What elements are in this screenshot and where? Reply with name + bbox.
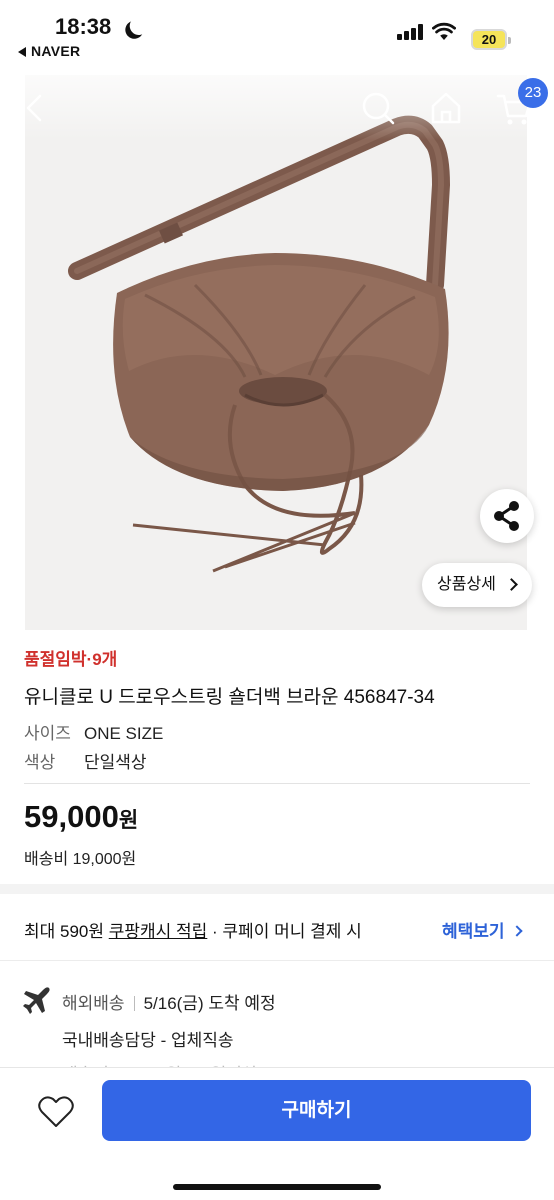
product-title: 유니클로 U 드로우스트링 숄더백 브라운 456847-34 (24, 687, 435, 708)
battery-level: 20 (481, 32, 497, 47)
delivery-info: 해외배송 5/16(금) 도착 예정 (62, 989, 276, 1014)
back-app-label: NAVER (31, 43, 81, 59)
home-indicator (173, 1184, 381, 1190)
cart-count-badge: 23 (518, 78, 548, 108)
share-button[interactable] (480, 489, 534, 543)
cellular-signal-icon (397, 24, 423, 40)
share-icon (494, 501, 519, 531)
chevron-right-icon (510, 925, 523, 937)
size-label: 사이즈 (24, 724, 71, 743)
buy-button[interactable]: 구매하기 (102, 1080, 531, 1141)
price-amount: 59,000 (24, 799, 119, 834)
stock-warning: 품절임박·9개 (24, 650, 118, 669)
benefit-text: 최대 590원 쿠팡캐시 적립 · 쿠페이 머니 결제 시 (24, 917, 362, 942)
heart-icon[interactable] (36, 1092, 76, 1132)
divider (0, 960, 554, 961)
product-detail-button[interactable]: 상품상세 (422, 563, 532, 607)
size-option-row: 사이즈 ONE SIZE (24, 719, 163, 744)
back-to-app-link[interactable]: NAVER (18, 43, 80, 59)
back-triangle-icon (18, 47, 26, 57)
color-value: 단일색상 (84, 753, 147, 772)
back-arrow-icon[interactable] (18, 88, 58, 128)
bag-photo (25, 75, 527, 630)
size-value: ONE SIZE (84, 724, 164, 743)
color-label: 색상 (24, 753, 56, 772)
status-bar: 18:38 NAVER 20 (0, 0, 554, 70)
airplane-icon (23, 987, 50, 1014)
product-image[interactable] (25, 75, 527, 630)
product-detail-label: 상품상세 (437, 576, 496, 593)
arrival-date: 5/16(금) 도착 예정 (143, 994, 276, 1013)
domestic-delivery: 국내배송담당 - 업체직송 (62, 1031, 234, 1050)
coupang-cash-link[interactable]: 쿠팡캐시 적립 (109, 922, 208, 941)
price: 59,000원 (24, 799, 138, 835)
moon-icon (128, 16, 149, 37)
price-unit: 원 (118, 809, 139, 832)
search-icon[interactable] (358, 88, 398, 128)
divider (24, 783, 530, 784)
bottom-action-bar: 구매하기 (0, 1067, 554, 1200)
chevron-right-icon (505, 578, 518, 591)
wifi-icon (432, 22, 456, 40)
benefit-suffix: · 쿠페이 머니 결제 시 (207, 922, 362, 941)
battery-icon: 20 (471, 29, 511, 50)
section-divider (0, 884, 554, 894)
view-benefits-label: 혜택보기 (442, 922, 505, 941)
home-icon[interactable] (426, 88, 466, 128)
top-nav (0, 80, 554, 140)
separator (133, 996, 135, 1011)
status-time: 18:38 (55, 14, 112, 39)
benefit-prefix: 최대 590원 (24, 922, 109, 941)
shipping-fee: 배송비 19,000원 (24, 851, 137, 868)
delivery-type: 해외배송 (62, 994, 125, 1013)
view-benefits-link[interactable]: 혜택보기 (442, 917, 523, 942)
color-option-row: 색상 단일색상 (24, 748, 147, 773)
